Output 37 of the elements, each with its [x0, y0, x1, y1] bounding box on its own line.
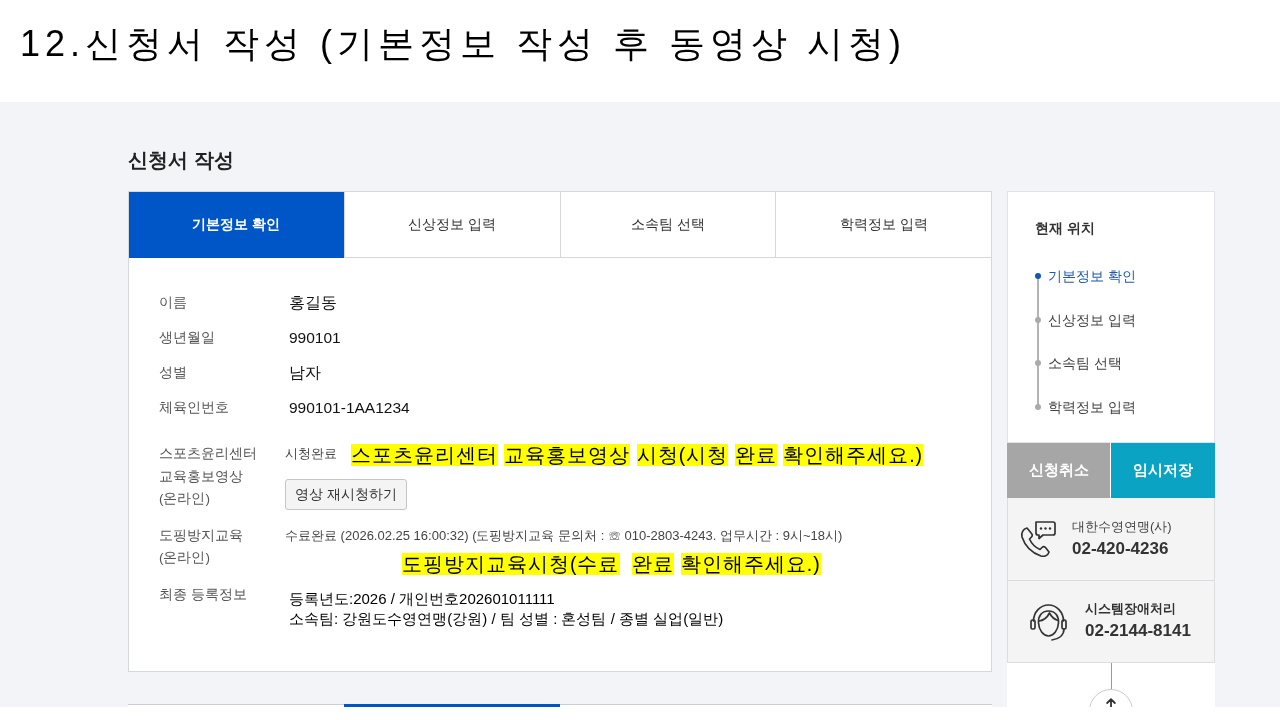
field-value: 등록년도:2026 / 개인번호202601011111 [289, 589, 555, 609]
field-label: 스포츠윤리센터 교육홍보영상 (온라인) [159, 445, 258, 508]
field-value: 990101-1AA1234 [289, 397, 410, 418]
tab[interactable]: 기본정보 확인 [129, 192, 344, 258]
slide-title: 12.신청서 작성 (기본정보 작성 후 동영상 시청) [20, 22, 907, 66]
field-label: 체육인번호 [159, 398, 230, 417]
page-heading: 신청서 작성 [128, 148, 234, 172]
step-label: 학력정보 입력 [1048, 397, 1136, 417]
status-text: 시청완료 [285, 445, 337, 464]
tab[interactable]: 소속팀 선택 [559, 192, 776, 258]
contact-phone: 02-2144-8141 [1085, 620, 1191, 642]
arrow-up-icon [1106, 698, 1116, 707]
field-label: 도핑방지교육 (온라인) [159, 526, 244, 567]
field-label: 성별 [159, 363, 188, 382]
highlight-note: 스포츠윤리센터 교육홍보영상 시청(시청 완료 확인해주세요.) [351, 442, 924, 467]
contact-phone: 02-420-4236 [1072, 537, 1170, 560]
replay-button[interactable]: 영상 재시청하기 [285, 479, 407, 510]
panel-title: 현재 위치 [1035, 219, 1095, 238]
field-value: 소속팀: 강원도수영연맹(강원) / 팀 성별 : 혼성팀 / 종별 실업(일반) [289, 609, 724, 629]
step-label: 기본정보 확인 [1048, 267, 1136, 286]
tab[interactable] [344, 704, 560, 707]
tab[interactable]: 학력정보 입력 [775, 192, 991, 258]
status-text: 수료완료 (2026.02.25 16:00:32) (도핑방지교육 문의처 : ☏ 010-2803-4243. 업무시간 : 9시~18시) [285, 526, 843, 545]
step-label: 신상정보 입력 [1048, 310, 1136, 330]
highlight-note: 도핑방지교육시청(수료 완료 확인해주세요.) [402, 552, 821, 576]
headset-person-icon [1028, 601, 1069, 642]
field-value: 남자 [289, 362, 321, 383]
field-label: 생년월일 [159, 328, 216, 347]
contact-name: 대한수영연맹(사) [1072, 517, 1172, 536]
step-label: 소속팀 선택 [1048, 354, 1122, 373]
field-label: 최종 등록정보 [159, 586, 248, 604]
field-label: 이름 [159, 293, 188, 312]
phone-chat-icon [1019, 519, 1057, 559]
contact-name: 시스템장애처리 [1085, 600, 1177, 618]
field-value: 홍길동 [289, 292, 337, 313]
tab[interactable]: 신상정보 입력 [343, 192, 560, 258]
field-value: 990101 [289, 327, 341, 348]
